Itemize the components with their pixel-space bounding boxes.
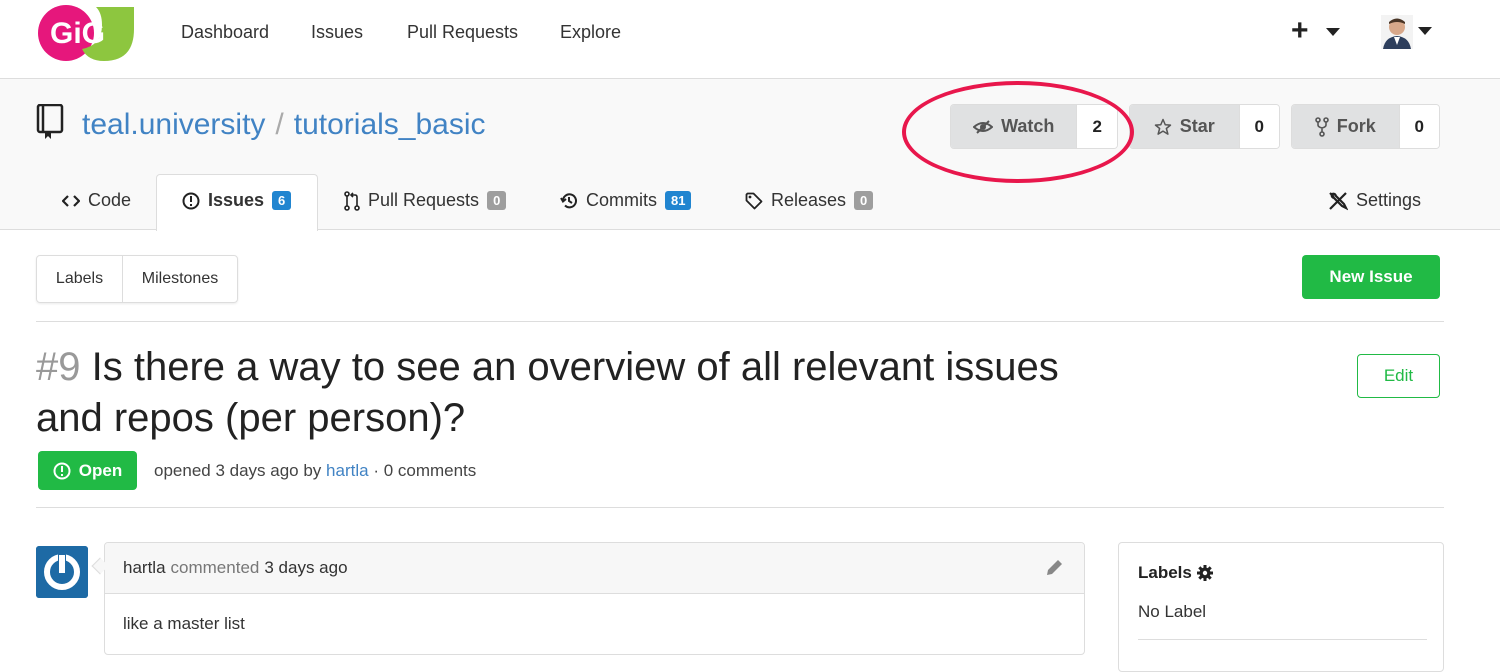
svg-text:GiG: GiG	[50, 17, 105, 50]
fork-count[interactable]: 0	[1398, 105, 1439, 148]
tab-releases[interactable]: Releases 0	[745, 190, 874, 211]
code-icon	[62, 194, 80, 207]
milestones-button[interactable]: Milestones	[123, 256, 237, 302]
star-label: Star	[1179, 116, 1215, 136]
nav-explore[interactable]: Explore	[560, 22, 621, 43]
labels-section-title: Labels	[1138, 563, 1214, 583]
top-navbar: GiG Dashboard Issues Pull Requests Explo…	[0, 0, 1500, 79]
fork-button[interactable]: Fork	[1292, 105, 1399, 148]
nav-dashboard[interactable]: Dashboard	[181, 22, 269, 43]
user-avatar[interactable]	[1381, 15, 1413, 49]
watch-highlight-annotation	[902, 81, 1134, 183]
fork-icon	[1314, 116, 1329, 137]
comment-box: hartla commented 3 days ago like a maste…	[104, 542, 1085, 655]
star-button-group: Star 0	[1129, 104, 1280, 149]
repo-owner-link[interactable]: teal.university	[82, 108, 265, 141]
tab-settings[interactable]: Settings	[1328, 190, 1421, 211]
issue-title-text: Is there a way to see an overview of all…	[36, 345, 1059, 440]
issue-author-link[interactable]: hartla	[326, 461, 369, 480]
gitea-logo[interactable]: GiG	[36, 3, 136, 63]
new-issue-button[interactable]: New Issue	[1302, 255, 1440, 299]
user-menu-chevron-down-icon[interactable]	[1418, 27, 1432, 35]
nav-issues[interactable]: Issues	[311, 22, 363, 43]
pencil-icon[interactable]	[1044, 558, 1064, 578]
labels-value: No Label	[1138, 602, 1207, 621]
labels-button[interactable]: Labels	[37, 256, 123, 302]
comment-body: like a master list	[123, 614, 245, 633]
tab-issues-count-badge: 6	[272, 191, 292, 210]
git-pull-request-icon	[344, 190, 360, 211]
tools-icon	[1329, 191, 1348, 210]
fork-label: Fork	[1336, 116, 1376, 136]
repo-book-icon	[36, 104, 64, 139]
issue-meta: opened 3 days ago by hartla · 0 comments	[154, 461, 476, 481]
repo-path-separator: /	[275, 108, 284, 141]
star-icon	[1154, 118, 1171, 135]
tab-code[interactable]: Code	[62, 190, 131, 211]
repo-path: teal.university / tutorials_basic	[82, 108, 486, 142]
tab-releases-label: Releases	[771, 190, 847, 210]
tab-releases-count-badge: 0	[854, 191, 874, 210]
tab-pull-requests-count-badge: 0	[487, 191, 507, 210]
issue-sidebar: Labels No Label	[1118, 542, 1444, 672]
commenter-avatar[interactable]	[36, 546, 88, 598]
divider	[36, 507, 1444, 508]
issue-opened-icon	[53, 462, 71, 479]
issue-comments-count: · 0 comments	[373, 461, 477, 480]
edit-issue-button[interactable]: Edit	[1357, 354, 1440, 398]
fork-button-group: Fork 0	[1291, 104, 1440, 149]
issue-title: #9 Is there a way to see an overview of …	[36, 342, 1096, 444]
tab-issues[interactable]: Issues 6	[182, 190, 292, 211]
tab-commits[interactable]: Commits 81	[560, 190, 692, 211]
comment-action: commented	[170, 558, 260, 577]
tab-commits-count-badge: 81	[665, 191, 692, 210]
issue-status-badge: Open	[38, 451, 137, 490]
star-button[interactable]: Star	[1130, 105, 1239, 148]
tab-pull-requests-label: Pull Requests	[368, 190, 480, 210]
tab-code-label: Code	[88, 190, 132, 210]
comment-time: 3 days ago	[264, 558, 348, 577]
sidebar-divider	[1138, 639, 1427, 640]
issue-opened-icon	[182, 192, 200, 209]
tag-icon	[745, 192, 763, 209]
comment-author-link[interactable]: hartla	[123, 558, 166, 578]
nav-pull-requests[interactable]: Pull Requests	[407, 22, 518, 43]
create-new-plus-icon[interactable]: +	[1291, 16, 1309, 46]
issue-number: #9	[36, 345, 81, 389]
divider	[36, 321, 1444, 322]
star-count[interactable]: 0	[1238, 105, 1279, 148]
repo-name-link[interactable]: tutorials_basic	[294, 108, 486, 141]
tab-pull-requests[interactable]: Pull Requests 0	[344, 190, 507, 211]
history-icon	[560, 192, 577, 208]
tab-settings-label: Settings	[1356, 190, 1422, 210]
labels-title: Labels	[1138, 563, 1192, 582]
tab-issues-label: Issues	[208, 190, 265, 210]
issue-status-label: Open	[78, 460, 123, 480]
comment-header: hartla commented 3 days ago	[105, 543, 1084, 594]
labels-milestones-group: Labels Milestones	[36, 255, 238, 303]
tab-commits-label: Commits	[586, 190, 657, 210]
issue-opened-text: opened 3 days ago by	[154, 461, 322, 480]
gear-icon[interactable]	[1196, 564, 1214, 582]
create-menu-chevron-down-icon[interactable]	[1326, 28, 1340, 36]
